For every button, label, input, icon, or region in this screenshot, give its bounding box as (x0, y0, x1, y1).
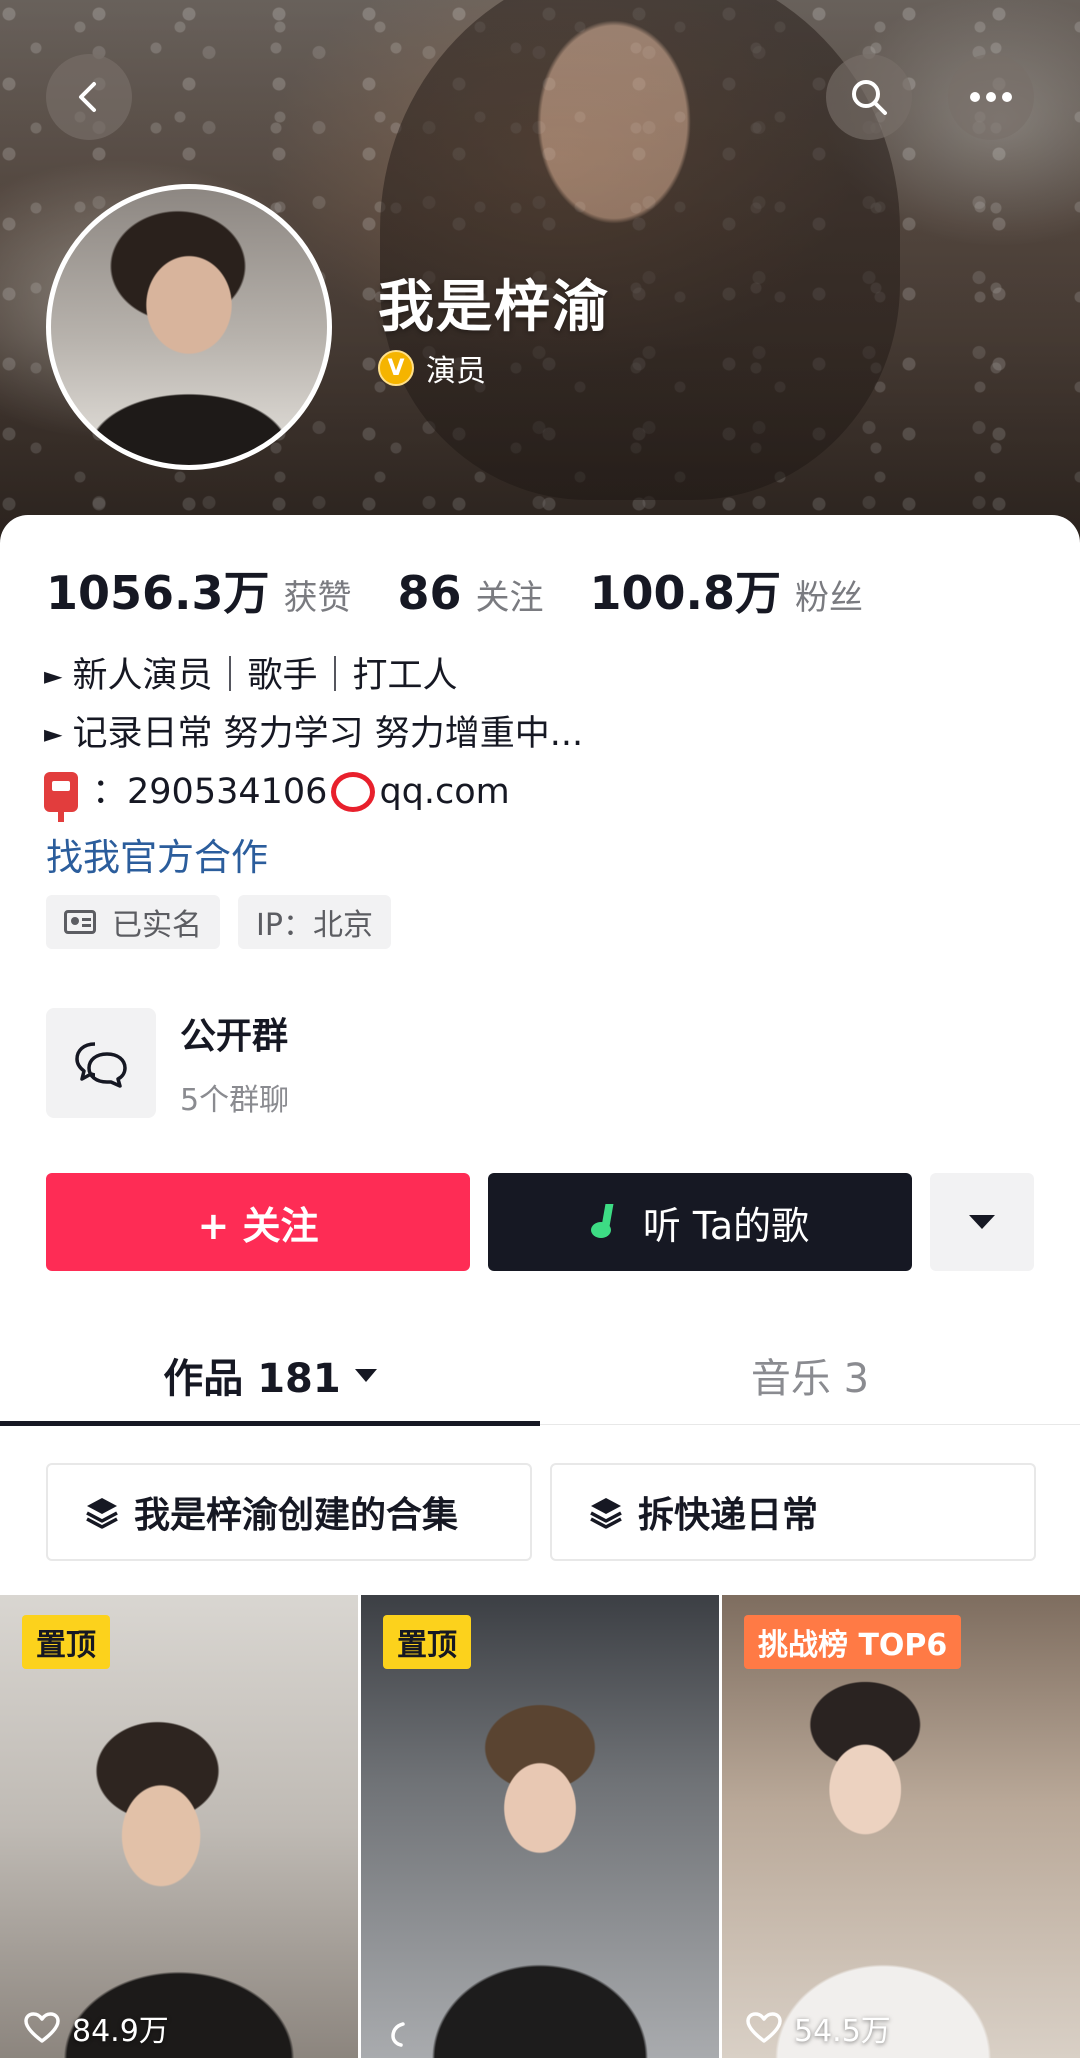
video-likes: 84.9万 (24, 2006, 169, 2050)
avatar[interactable] (46, 184, 332, 470)
listen-songs-button[interactable]: 听 Ta的歌 (488, 1173, 912, 1271)
ip-location-tag: IP：北京 (238, 895, 391, 949)
verification-row: V 演员 (378, 346, 486, 390)
more-dots-icon (970, 92, 1012, 102)
stat-followers[interactable]: 100.8万 粉丝 (590, 557, 864, 623)
public-group-entry[interactable]: 公开群 5个群聊 (46, 1007, 289, 1119)
email-domain: qq.com (379, 772, 510, 812)
listen-label: 听 Ta的歌 (642, 1203, 810, 1248)
search-button[interactable] (826, 54, 912, 140)
music-note-icon (590, 1204, 625, 1240)
mailbox-icon (44, 772, 78, 822)
tag-label: IP：北京 (256, 908, 373, 943)
real-name-tag[interactable]: 已实名 (46, 895, 220, 949)
official-cooperation-link[interactable]: 找我官方合作 (46, 827, 268, 881)
back-arrow-icon (79, 82, 96, 112)
active-tab-indicator (0, 1421, 540, 1426)
loading-icon (391, 2022, 405, 2047)
content-tabs: 作品 181 音乐 3 (0, 1325, 1080, 1426)
bio-line: ► 记录日常 努力学习 努力增重中... (44, 705, 583, 763)
profile-tags: 已实名 IP：北京 (46, 895, 409, 949)
heart-icon (24, 2012, 60, 2043)
likes-count: 84.9万 (72, 2014, 169, 2049)
tab-label: 作品 181 (163, 1356, 341, 1402)
heart-icon (746, 2012, 782, 2043)
video-thumbnail[interactable]: 置顶 84.9万 (0, 1595, 358, 2058)
stat-label: 粉丝 (795, 578, 864, 618)
stat-label: 关注 (475, 578, 544, 618)
profile-sheet: 1056.3万 获赞 86 关注 100.8万 粉丝 ► 新人演员｜歌手｜打工人… (0, 515, 1080, 2058)
stat-value: 86 (397, 566, 462, 620)
bio-email-line: ： 290534106 qq.com (44, 763, 583, 822)
stat-label: 获赞 (283, 578, 352, 618)
video-likes: 54.5万 (746, 2006, 891, 2050)
verified-badge-icon: V (378, 350, 414, 386)
group-chat-icon (46, 1008, 156, 1118)
stats-row: 1056.3万 获赞 86 关注 100.8万 粉丝 (46, 557, 909, 623)
id-card-icon (64, 910, 96, 934)
bio-line: ► 新人演员｜歌手｜打工人 (44, 647, 583, 705)
email-user: 290534106 (127, 772, 328, 812)
group-title: 公开群 (180, 1016, 289, 1057)
pinned-badge: 置顶 (22, 1615, 110, 1669)
stat-likes[interactable]: 1056.3万 获赞 (46, 557, 352, 623)
collection-label: 拆快递日常 (638, 1495, 819, 1536)
video-grid: 置顶 84.9万 置顶 挑战榜 TOP6 54.5万 (0, 1595, 1080, 2058)
more-options-button[interactable] (948, 54, 1034, 140)
collection-button[interactable]: 拆快递日常 (550, 1463, 1036, 1561)
stat-value: 1056.3万 (46, 566, 270, 620)
caret-down-icon (354, 1368, 377, 1382)
email-prefix: ： (92, 772, 128, 812)
caret-down-icon (969, 1215, 995, 1229)
stat-value: 100.8万 (589, 566, 782, 620)
follow-button[interactable]: + 关注 (46, 1173, 470, 1271)
tab-music[interactable]: 音乐 3 (540, 1325, 1080, 1425)
collections-row: 我是梓渝创建的合集 拆快递日常 (46, 1463, 1054, 1561)
verified-label: 演员 (426, 354, 486, 389)
collection-label: 我是梓渝创建的合集 (134, 1495, 459, 1536)
collection-button[interactable]: 我是梓渝创建的合集 (46, 1463, 532, 1561)
video-thumbnail[interactable]: 置顶 (361, 1595, 719, 2058)
bio-text: 新人演员｜歌手｜打工人 (72, 656, 458, 696)
tab-label: 音乐 3 (750, 1356, 870, 1402)
stat-following[interactable]: 86 关注 (398, 566, 544, 620)
layers-icon (590, 1498, 622, 1529)
more-dropdown-button[interactable] (930, 1173, 1034, 1271)
tab-works[interactable]: 作品 181 (0, 1325, 540, 1425)
group-text: 公开群 5个群聊 (180, 1007, 289, 1119)
bio: ► 新人演员｜歌手｜打工人 ► 记录日常 努力学习 努力增重中... ： 290… (44, 647, 583, 822)
challenge-rank-badge: 挑战榜 TOP6 (744, 1615, 962, 1669)
pinned-badge: 置顶 (383, 1615, 471, 1669)
triangle-bullet-icon: ► (44, 662, 63, 690)
bio-text: 记录日常 努力学习 努力增重中... (72, 714, 584, 754)
video-thumbnail[interactable]: 挑战榜 TOP6 54.5万 (722, 1595, 1080, 2058)
likes-count: 54.5万 (794, 2014, 891, 2049)
back-button[interactable] (46, 54, 132, 140)
layers-icon (86, 1498, 118, 1529)
search-icon (852, 80, 887, 115)
profile-name: 我是梓渝 (378, 275, 610, 340)
tag-label: 已实名 (112, 908, 202, 943)
video-likes (385, 2018, 421, 2050)
action-buttons: + 关注 听 Ta的歌 (46, 1173, 1034, 1271)
group-subtitle: 5个群聊 (180, 1083, 290, 1118)
triangle-bullet-icon: ► (44, 720, 63, 748)
red-circle-icon (331, 772, 376, 812)
